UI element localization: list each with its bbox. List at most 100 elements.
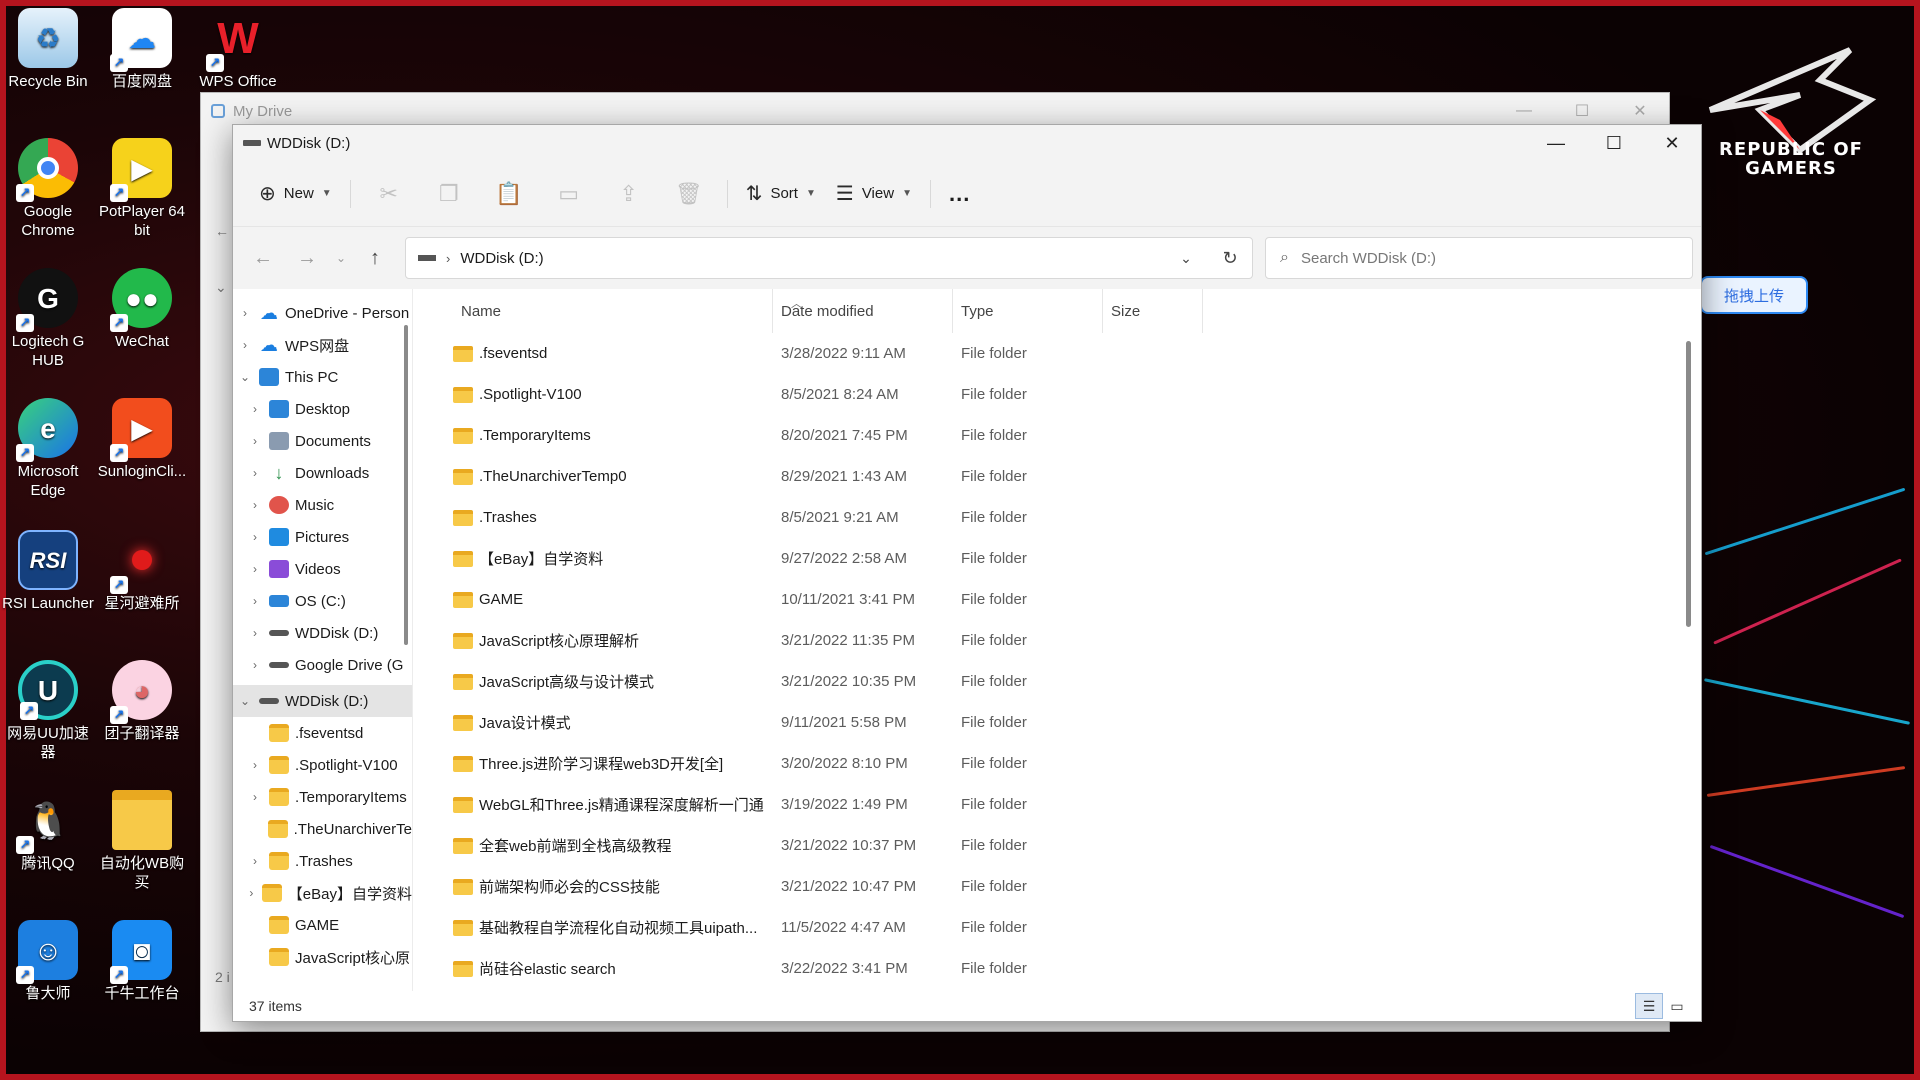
file-row[interactable]: 前端架构师必会的CSS技能 3/21/2022 10:47 PM File fold… [413, 866, 1701, 907]
desktop-icon-rsi[interactable]: RSI RSI Launcher [0, 530, 96, 613]
explorer-window[interactable]: WDDisk (D:) — ☐ ✕ ⊕ New ▼ ✂ ❐ 📋 ▭ ⇪ 🗑 ⇅ … [232, 124, 1702, 1022]
view-button[interactable]: ☰ View ▼ [826, 174, 922, 214]
nav-item[interactable]: › OS (C:) [233, 585, 412, 617]
nav-item[interactable]: › Desktop [233, 393, 412, 425]
nav-item[interactable]: ⌄ WDDisk (D:) [233, 685, 412, 717]
forward-arrow-icon[interactable]: → [285, 238, 329, 278]
new-button[interactable]: ⊕ New ▼ [249, 174, 342, 214]
nav-item[interactable]: › .TemporaryItems [233, 781, 412, 813]
baidu-upload-float-button[interactable]: 拖拽上传 [1700, 276, 1808, 314]
nav-item[interactable]: › Documents [233, 425, 412, 457]
address-bar[interactable]: › WDDisk (D:) ⌄ ↻ [405, 237, 1253, 279]
nav-item[interactable]: › Pictures [233, 521, 412, 553]
file-row[interactable]: WebGL和Three.js精通课程深度解析一门通 3/19/2022 1:49 … [413, 784, 1701, 825]
desktop-icon-tuanzi[interactable]: ◕ ↗ 团子翻译器 [94, 660, 190, 743]
nav-item[interactable]: › 【eBay】自学资料 [233, 877, 412, 909]
nav-item[interactable]: .fseventsd [233, 717, 412, 749]
desktop-icon-star-haven[interactable]: ↗ 星河避难所 [94, 530, 190, 613]
navigation-pane[interactable]: › ☁ OneDrive - Person › ☁ WPS网盘 ⌄ This PC › Deskt… [233, 289, 413, 991]
column-header-name[interactable]: Name [453, 289, 773, 333]
sort-button[interactable]: ⇅ Sort ▼ [736, 174, 826, 214]
column-header-type[interactable]: Type [953, 289, 1103, 333]
chevron-right-icon[interactable]: › [237, 306, 253, 320]
chevron-right-icon[interactable]: › [247, 562, 263, 576]
file-row[interactable]: GAME 10/11/2021 3:41 PM File folder [413, 579, 1701, 620]
nav-item[interactable]: › Google Drive (G [233, 649, 412, 681]
recent-locations-chevron-icon[interactable]: ⌄ [329, 238, 353, 278]
maximize-button[interactable]: ☐ [1585, 125, 1643, 161]
file-row[interactable]: Java设计模式 9/11/2021 5:58 PM File folder [413, 702, 1701, 743]
chevron-right-icon[interactable]: › [247, 854, 263, 868]
address-dropdown-icon[interactable]: ⌄ [1164, 238, 1208, 278]
column-header-size[interactable]: Size [1103, 289, 1203, 333]
nav-item[interactable]: JavaScript核心原 [233, 941, 412, 973]
desktop-icon-qianniu[interactable]: ◙ ↗ 千牛工作台 [94, 920, 190, 1003]
nav-item[interactable]: GAME [233, 909, 412, 941]
desktop-icon-logitech[interactable]: G ↗ Logitech G HUB [0, 268, 96, 370]
nav-item[interactable]: .TheUnarchiverTe [233, 813, 412, 845]
nav-item[interactable]: › ☁ OneDrive - Person [233, 297, 412, 329]
minimize-button[interactable]: — [1527, 125, 1585, 161]
chevron-right-icon[interactable]: › [247, 790, 263, 804]
refresh-icon[interactable]: ↻ [1208, 238, 1252, 278]
file-row[interactable]: .TemporaryItems 8/20/2021 7:45 PM File fol… [413, 415, 1701, 456]
share-icon[interactable]: ⇪ [599, 174, 659, 214]
desktop-icon-sunlogin[interactable]: ▶ ↗ SunloginCli... [94, 398, 190, 481]
desktop-icon-potplayer[interactable]: ▶ ↗ PotPlayer 64 bit [94, 138, 190, 240]
nav-item[interactable]: ⌄ This PC [233, 361, 412, 393]
file-row[interactable]: .TheUnarchiverTemp0 8/29/2021 1:43 AM File… [413, 456, 1701, 497]
rename-icon[interactable]: ▭ [539, 174, 599, 214]
cut-icon[interactable]: ✂ [359, 174, 419, 214]
desktop-icon-edge[interactable]: e ↗ Microsoft Edge [0, 398, 96, 500]
chevron-down-icon[interactable]: ⌄ [237, 370, 253, 384]
close-button[interactable]: ✕ [1643, 125, 1701, 161]
chevron-right-icon[interactable]: › [247, 626, 263, 640]
desktop-icon-chrome[interactable]: ↗ Google Chrome [0, 138, 96, 240]
chevron-right-icon[interactable]: › [247, 594, 263, 608]
chevron-right-icon[interactable]: › [247, 466, 263, 480]
desktop-icon-qq[interactable]: 🐧 ↗ 腾讯QQ [0, 790, 96, 873]
details-view-icon[interactable]: ☰ [1635, 993, 1663, 1019]
scrollbar[interactable] [1686, 341, 1691, 627]
file-row[interactable]: 基础教程自学流程化自动视频工具uipath... 11/5/2022 4:47 A… [413, 907, 1701, 948]
file-row[interactable]: Three.js进阶学习课程web3D开发[全] 3/20/2022 8:10 P… [413, 743, 1701, 784]
nav-item[interactable]: › WDDisk (D:) [233, 617, 412, 649]
file-row[interactable]: .Spotlight-V100 8/5/2021 8:24 AM File fold… [413, 374, 1701, 415]
file-list[interactable]: Name Date modified Type Size ︿ .fsevents… [413, 289, 1701, 991]
desktop-icon-uu[interactable]: U ↗ 网易UU加速器 [0, 660, 96, 762]
more-options-button[interactable]: ... [939, 174, 980, 214]
desktop-icon-folder-wb[interactable]: 自动化WB购买 [94, 790, 190, 892]
copy-icon[interactable]: ❐ [419, 174, 479, 214]
chevron-right-icon[interactable]: › [247, 530, 263, 544]
chevron-right-icon[interactable]: › [247, 758, 263, 772]
file-row[interactable]: 【eBay】自学资料 9/27/2022 2:58 AM File folder [413, 538, 1701, 579]
file-row[interactable]: 尚硅谷elastic search 3/22/2022 3:41 PM File f… [413, 948, 1701, 989]
file-row[interactable]: JavaScript核心原理解析 3/21/2022 11:35 PM File f… [413, 620, 1701, 661]
chevron-right-icon[interactable]: › [247, 658, 263, 672]
desktop-icon-baidu[interactable]: ☁ ↗ 百度网盘 [94, 8, 190, 91]
desktop-icon-ludashi[interactable]: ☺ ↗ 鲁大师 [0, 920, 96, 1003]
chevron-right-icon[interactable]: › [247, 498, 263, 512]
file-row[interactable]: JavaScript高级与设计模式 3/21/2022 10:35 PM File … [413, 661, 1701, 702]
desktop-icon-recycle-bin[interactable]: ♻ Recycle Bin [0, 8, 96, 91]
nav-item[interactable]: › .Trashes [233, 845, 412, 877]
file-row[interactable]: .Trashes 8/5/2021 9:21 AM File folder [413, 497, 1701, 538]
search-input[interactable]: ⌕ Search WDDisk (D:) [1265, 237, 1693, 279]
file-row[interactable]: .fseventsd 3/28/2022 9:11 AM File folder [413, 333, 1701, 374]
scrollbar[interactable] [404, 325, 408, 645]
delete-icon[interactable]: 🗑 [659, 174, 719, 214]
nav-item[interactable]: › ↓ Downloads [233, 457, 412, 489]
desktop-icon-wechat[interactable]: ●● ↗ WeChat [94, 268, 190, 351]
up-arrow-icon[interactable]: ↑ [353, 238, 397, 278]
chevron-right-icon[interactable]: › [247, 886, 256, 900]
chevron-down-icon[interactable]: ⌄ [237, 694, 253, 708]
nav-item[interactable]: › Music [233, 489, 412, 521]
file-row[interactable]: 全套web前端到全栈高级教程 3/21/2022 10:37 PM File fol… [413, 825, 1701, 866]
chevron-right-icon[interactable]: › [247, 434, 263, 448]
breadcrumb[interactable]: WDDisk (D:) [460, 250, 543, 267]
nav-item[interactable]: › ☁ WPS网盘 [233, 329, 412, 361]
desktop-icon-wps[interactable]: W ↗ WPS Office [190, 8, 286, 91]
chevron-right-icon[interactable]: › [237, 338, 253, 352]
back-arrow-icon[interactable]: ← [241, 238, 285, 278]
nav-item[interactable]: › .Spotlight-V100 [233, 749, 412, 781]
